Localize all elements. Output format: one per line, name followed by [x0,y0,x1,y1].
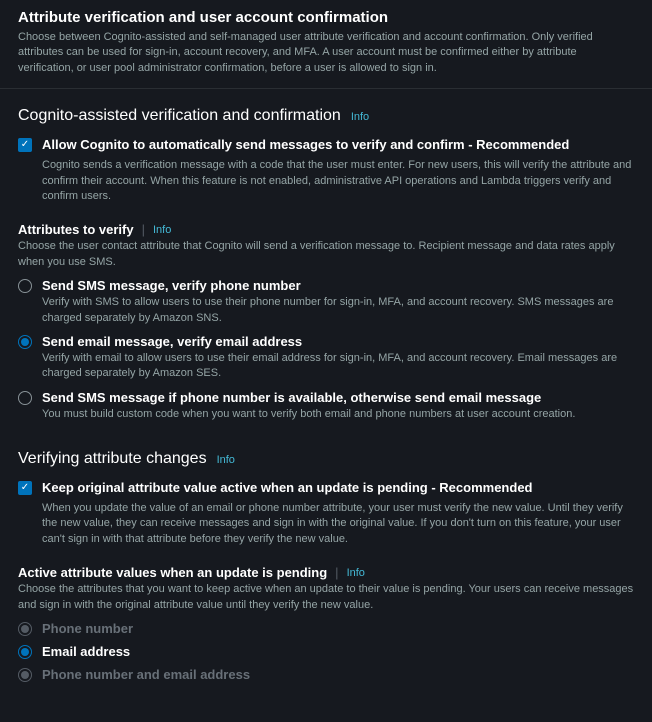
radio-phone-email-label: Phone number and email address [42,667,250,682]
allow-auto-option[interactable]: Allow Cognito to automatically send mess… [18,137,634,152]
allow-auto-description: Cognito sends a verification message wit… [42,158,634,204]
info-link[interactable]: Info [153,224,171,236]
radio-sms-label: Send SMS message, verify phone number [42,278,301,293]
radio-sms[interactable] [18,279,32,293]
radio-phone-option: Phone number [18,621,634,636]
radio-option-email[interactable]: Send email message, verify email address [18,334,634,349]
allow-auto-label: Allow Cognito to automatically send mess… [42,137,569,152]
page-description: Choose between Cognito-assisted and self… [18,30,634,76]
radio-phone [18,622,32,636]
info-link[interactable]: Info [347,567,365,579]
radio-email-option[interactable]: Email address [18,644,634,659]
cognito-assisted-section: Cognito-assisted verification and confir… [18,107,634,422]
radio-both-label: Send SMS message if phone number is avai… [42,390,541,405]
radio-email-active-label: Email address [42,644,130,659]
info-link[interactable]: Info [217,454,235,466]
attrs-radio-group: Send SMS message, verify phone number Ve… [18,278,634,422]
content-area: Cognito-assisted verification and confir… [0,89,652,722]
radio-email-label: Send email message, verify email address [42,334,302,349]
radio-sms-desc: Verify with SMS to allow users to use th… [42,295,634,326]
radio-phone-email [18,668,32,682]
info-link[interactable]: Info [351,111,369,123]
attrs-to-verify-description: Choose the user contact attribute that C… [18,239,634,270]
attrs-to-verify-label: Attributes to verify | Info [18,222,634,237]
active-attrs-label: Active attribute values when an update i… [18,565,634,580]
section-title: Cognito-assisted verification and confir… [18,107,634,125]
radio-phone-label: Phone number [42,621,133,636]
section-title: Verifying attribute changes Info [18,450,634,468]
header-section: Attribute verification and user account … [0,0,652,89]
radio-option-both[interactable]: Send SMS message if phone number is avai… [18,390,634,405]
active-attrs-description: Choose the attributes that you want to k… [18,582,634,613]
allow-auto-checkbox[interactable] [18,138,32,152]
page-title: Attribute verification and user account … [18,9,634,26]
section-title-text: Verifying attribute changes [18,450,207,468]
radio-option-sms[interactable]: Send SMS message, verify phone number [18,278,634,293]
keep-original-checkbox[interactable] [18,481,32,495]
active-attrs-radio-group: Phone number Email address Phone number … [18,621,634,682]
verifying-changes-section: Verifying attribute changes Info Keep or… [18,450,634,682]
radio-phone-email-option: Phone number and email address [18,667,634,682]
divider: | [142,222,145,237]
keep-original-option[interactable]: Keep original attribute value active whe… [18,480,634,495]
section-title-text: Cognito-assisted verification and confir… [18,107,341,125]
radio-email-desc: Verify with email to allow users to use … [42,351,634,382]
radio-email-active[interactable] [18,645,32,659]
keep-original-label: Keep original attribute value active whe… [42,480,532,495]
divider: | [335,565,338,580]
radio-both[interactable] [18,391,32,405]
keep-original-description: When you update the value of an email or… [42,501,634,547]
radio-email[interactable] [18,335,32,349]
radio-both-desc: You must build custom code when you want… [42,407,634,422]
